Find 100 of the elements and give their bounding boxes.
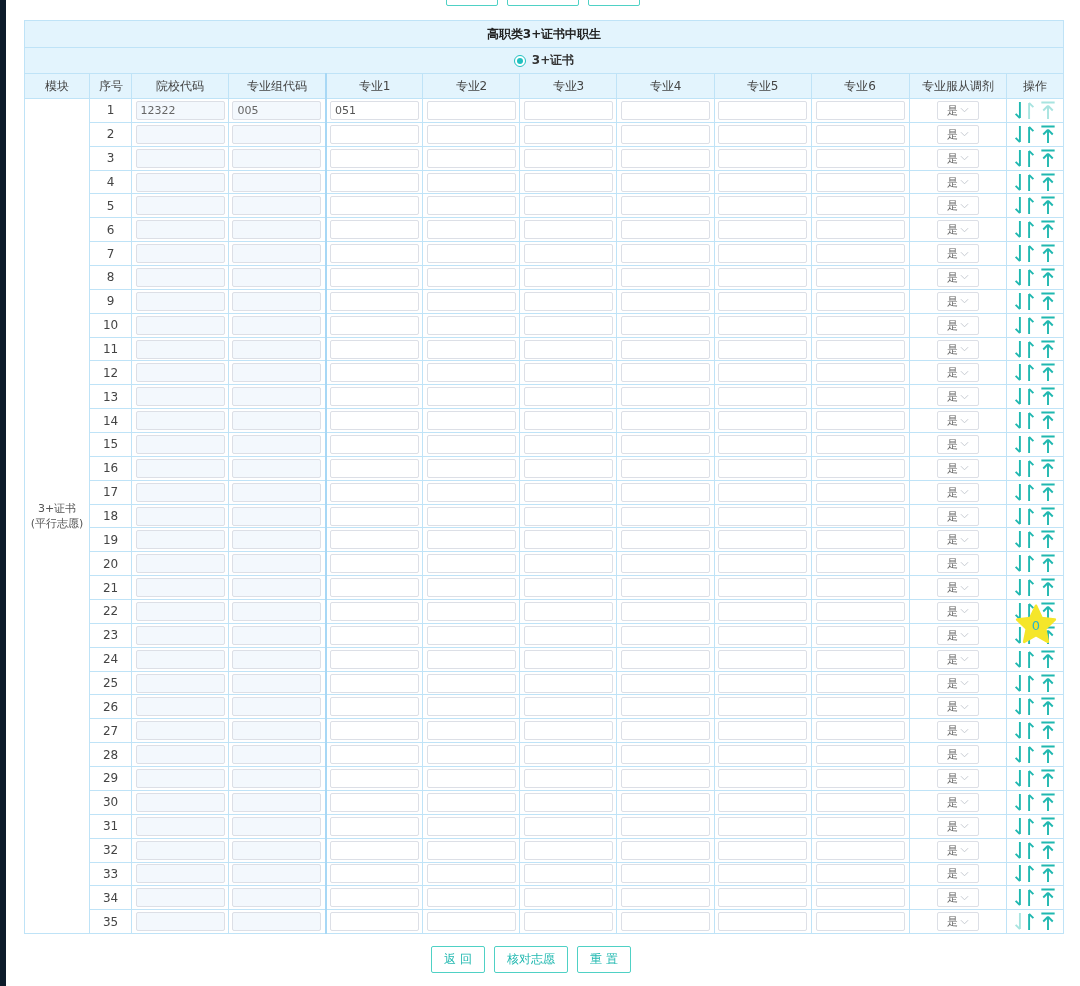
- input-field[interactable]: [135, 220, 225, 240]
- move-to-top-icon[interactable]: [1039, 506, 1056, 526]
- input-field[interactable]: [523, 530, 613, 550]
- dropdown[interactable]: 是: [936, 363, 979, 383]
- input-field[interactable]: [523, 912, 613, 932]
- dropdown[interactable]: 是: [936, 912, 979, 932]
- input-field[interactable]: [718, 840, 808, 860]
- input-field[interactable]: [426, 267, 516, 287]
- move-to-top-icon[interactable]: [1039, 100, 1056, 120]
- input-field[interactable]: [621, 506, 710, 526]
- input-field[interactable]: [718, 769, 808, 788]
- up-arrow-icon[interactable]: [1026, 554, 1035, 574]
- up-arrow-icon[interactable]: [1026, 100, 1035, 120]
- input-field[interactable]: [426, 363, 516, 383]
- input-field[interactable]: [232, 315, 322, 335]
- input-field[interactable]: [621, 888, 710, 908]
- input-field[interactable]: [621, 769, 710, 788]
- input-field[interactable]: [330, 387, 419, 407]
- input-field[interactable]: [621, 530, 710, 550]
- input-field[interactable]: [815, 912, 905, 932]
- input-field[interactable]: [523, 745, 613, 765]
- input-field[interactable]: [426, 148, 516, 168]
- input-field[interactable]: [523, 458, 613, 478]
- input-field[interactable]: [621, 912, 710, 932]
- input-field[interactable]: [718, 458, 808, 478]
- input-field[interactable]: [718, 315, 808, 335]
- input-field[interactable]: [815, 649, 905, 669]
- down-arrow-icon[interactable]: [1013, 673, 1022, 693]
- input-field[interactable]: [523, 816, 613, 836]
- input-field[interactable]: [232, 124, 322, 144]
- input-field[interactable]: [523, 625, 613, 645]
- input-field[interactable]: [718, 816, 808, 836]
- input-field[interactable]: [426, 434, 516, 454]
- move-to-top-icon[interactable]: [1039, 697, 1056, 717]
- up-arrow-icon[interactable]: [1026, 196, 1035, 216]
- input-field[interactable]: [815, 387, 905, 407]
- input-field[interactable]: [815, 315, 905, 335]
- down-arrow-icon[interactable]: [1013, 411, 1022, 431]
- input-field[interactable]: [718, 649, 808, 669]
- input-field[interactable]: [135, 124, 225, 144]
- input-field[interactable]: [718, 411, 808, 431]
- down-arrow-icon[interactable]: [1013, 912, 1022, 932]
- input-field[interactable]: [815, 673, 905, 693]
- input-field[interactable]: [621, 625, 710, 645]
- down-arrow-icon[interactable]: [1013, 267, 1022, 287]
- input-field[interactable]: [330, 148, 419, 168]
- input-field[interactable]: [621, 267, 710, 287]
- down-arrow-icon[interactable]: [1013, 506, 1022, 526]
- dropdown[interactable]: 是: [936, 434, 979, 454]
- down-arrow-icon[interactable]: [1013, 721, 1022, 741]
- up-arrow-icon[interactable]: [1026, 888, 1035, 908]
- input-field[interactable]: [330, 649, 419, 669]
- input-field[interactable]: [815, 220, 905, 240]
- input-field[interactable]: [523, 649, 613, 669]
- input-field[interactable]: [135, 196, 225, 216]
- input-field[interactable]: [330, 554, 419, 574]
- input-field[interactable]: [330, 697, 419, 717]
- input-field[interactable]: [815, 148, 905, 168]
- input-field[interactable]: [135, 411, 225, 431]
- input-field[interactable]: [815, 411, 905, 431]
- input-field[interactable]: [135, 363, 225, 383]
- input-field[interactable]: [426, 291, 516, 311]
- dropdown[interactable]: 是: [936, 530, 979, 550]
- input-field[interactable]: [232, 601, 322, 621]
- input-field[interactable]: [135, 244, 225, 264]
- input-field[interactable]: [815, 434, 905, 454]
- input-field[interactable]: [232, 673, 322, 693]
- input-field[interactable]: [815, 792, 905, 812]
- dropdown[interactable]: 是: [936, 411, 979, 431]
- input-field[interactable]: [815, 625, 905, 645]
- input-field[interactable]: [621, 840, 710, 860]
- input-field[interactable]: [718, 745, 808, 765]
- input-field[interactable]: [232, 554, 322, 574]
- input-field[interactable]: [523, 172, 613, 192]
- input-field[interactable]: [232, 888, 322, 908]
- input-field[interactable]: [426, 124, 516, 144]
- input-field[interactable]: [135, 912, 225, 932]
- input-field[interactable]: [426, 315, 516, 335]
- up-arrow-icon[interactable]: [1026, 816, 1035, 836]
- down-arrow-icon[interactable]: [1013, 745, 1022, 765]
- input-field[interactable]: [426, 745, 516, 765]
- down-arrow-icon[interactable]: [1013, 434, 1022, 454]
- up-arrow-icon[interactable]: [1026, 721, 1035, 741]
- input-field[interactable]: [621, 291, 710, 311]
- input-field[interactable]: [330, 458, 419, 478]
- input-field[interactable]: [621, 601, 710, 621]
- input-field[interactable]: [523, 220, 613, 240]
- input-field[interactable]: [718, 267, 808, 287]
- input-field[interactable]: [718, 124, 808, 144]
- dropdown[interactable]: 是: [936, 888, 979, 908]
- input-field[interactable]: [815, 769, 905, 788]
- input-field[interactable]: [718, 148, 808, 168]
- input-field[interactable]: [232, 745, 322, 765]
- input-field[interactable]: [523, 506, 613, 526]
- input-field[interactable]: [330, 673, 419, 693]
- up-arrow-icon[interactable]: [1026, 291, 1035, 311]
- input-field[interactable]: [232, 244, 322, 264]
- input-field[interactable]: [426, 387, 516, 407]
- move-to-top-icon[interactable]: [1039, 578, 1056, 598]
- input-field[interactable]: [330, 721, 419, 741]
